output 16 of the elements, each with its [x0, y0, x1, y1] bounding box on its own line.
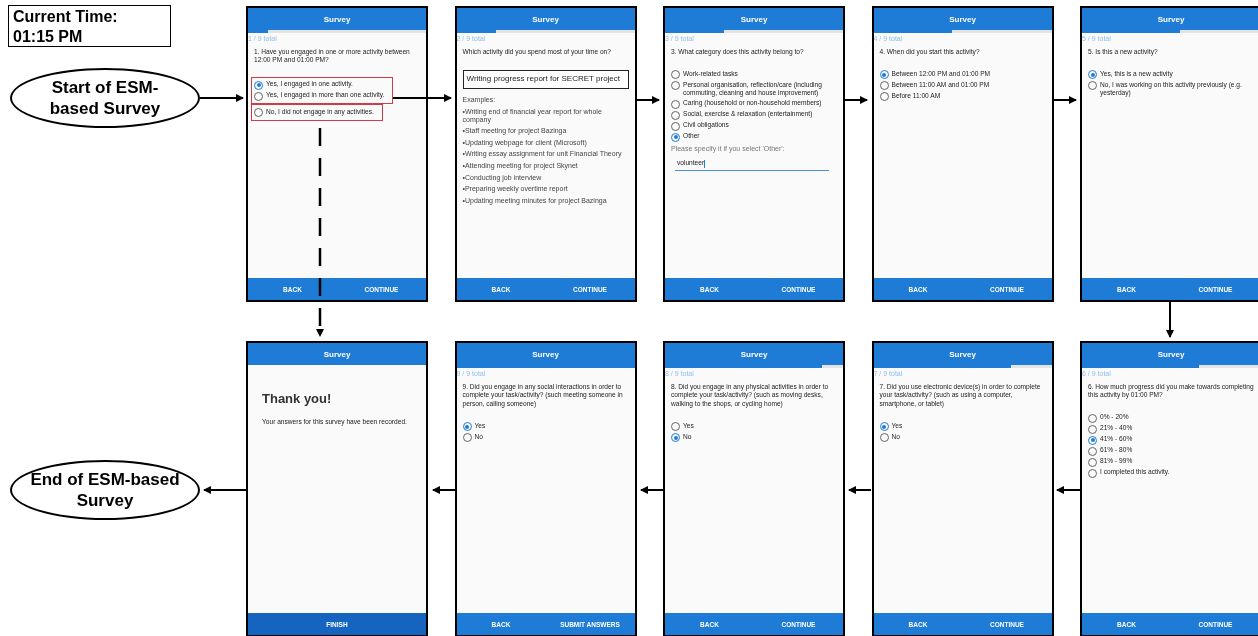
app-header: Survey [456, 8, 635, 30]
app-header: Survey [1082, 343, 1258, 365]
thank-you-heading: Thank you! [262, 391, 333, 408]
end-node: End of ESM-based Survey [10, 460, 200, 520]
current-time-box: Current Time: 01:15 PM [8, 5, 171, 47]
app-header: Survey [456, 343, 635, 365]
answer-field[interactable]: Writing progress report for SECRET project [462, 70, 629, 89]
app-header: Survey [873, 343, 1052, 365]
start-node: Start of ESM-based Survey [10, 68, 200, 128]
app-header: Survey [248, 343, 426, 365]
app-header: Survey [665, 8, 843, 30]
app-header: Survey [665, 343, 843, 365]
app-header: Survey [873, 8, 1052, 30]
flow-arrow [199, 94, 244, 102]
app-header: Survey [248, 8, 426, 30]
app-header: Survey [1082, 8, 1258, 30]
